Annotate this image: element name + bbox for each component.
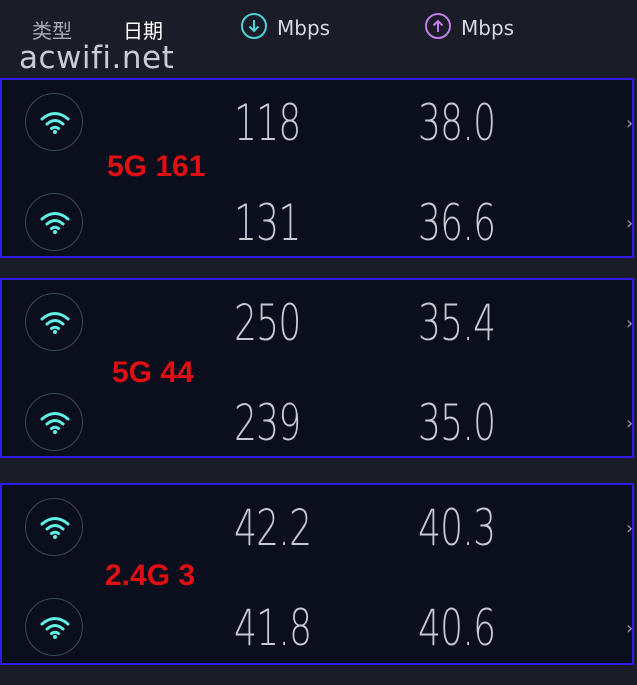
upload-speed: 40.3: [418, 499, 496, 557]
result-group-5g-44: 250 35.4 › 239 35.0 › 5G 44: [0, 278, 634, 458]
chevron-right-icon[interactable]: ›: [626, 113, 633, 134]
wifi-icon: [25, 598, 83, 656]
wifi-icon: [25, 93, 83, 151]
wifi-icon: [25, 293, 83, 351]
results-header: 类型 日期 Mbps Mbps acwifi.net: [0, 0, 637, 76]
group-label: 5G 161: [107, 150, 206, 183]
result-row[interactable]: 131 36.6 ›: [2, 180, 633, 280]
result-row[interactable]: 42.2 40.3 ›: [2, 485, 633, 585]
chevron-right-icon[interactable]: ›: [626, 618, 633, 639]
upload-arrow-icon: [425, 13, 451, 39]
group-label: 2.4G 3: [105, 559, 196, 592]
watermark: acwifi.net: [19, 40, 175, 76]
wifi-icon: [25, 393, 83, 451]
download-speed: 250: [234, 294, 301, 352]
upload-speed: 36.6: [418, 194, 496, 252]
result-row[interactable]: 239 35.0 ›: [2, 380, 633, 480]
upload-speed: 35.4: [418, 294, 496, 352]
upload-speed: 35.0: [418, 394, 496, 452]
result-row[interactable]: 250 35.4 ›: [2, 280, 633, 380]
download-unit-label[interactable]: Mbps: [277, 16, 330, 40]
upload-speed: 38.0: [418, 94, 496, 152]
result-group-5g-161: 118 38.0 › 131 36.6 › 5G 161: [0, 78, 634, 258]
download-speed: 118: [234, 94, 301, 152]
download-speed: 41.8: [234, 599, 312, 657]
upload-speed: 40.6: [418, 599, 496, 657]
chevron-right-icon[interactable]: ›: [626, 413, 633, 434]
chevron-right-icon[interactable]: ›: [626, 518, 633, 539]
download-speed: 131: [234, 194, 301, 252]
chevron-right-icon[interactable]: ›: [626, 313, 633, 334]
result-row[interactable]: 118 38.0 ›: [2, 80, 633, 180]
download-speed: 239: [234, 394, 301, 452]
chevron-right-icon[interactable]: ›: [626, 213, 633, 234]
download-speed: 42.2: [234, 499, 312, 557]
wifi-icon: [25, 193, 83, 251]
result-row[interactable]: 41.8 40.6 ›: [2, 585, 633, 685]
result-group-2-4g-3: 42.2 40.3 › 41.8 40.6 › 2.4G 3: [0, 483, 634, 665]
group-label: 5G 44: [112, 356, 194, 389]
upload-unit-label[interactable]: Mbps: [461, 16, 514, 40]
download-arrow-icon: [241, 13, 267, 39]
wifi-icon: [25, 498, 83, 556]
